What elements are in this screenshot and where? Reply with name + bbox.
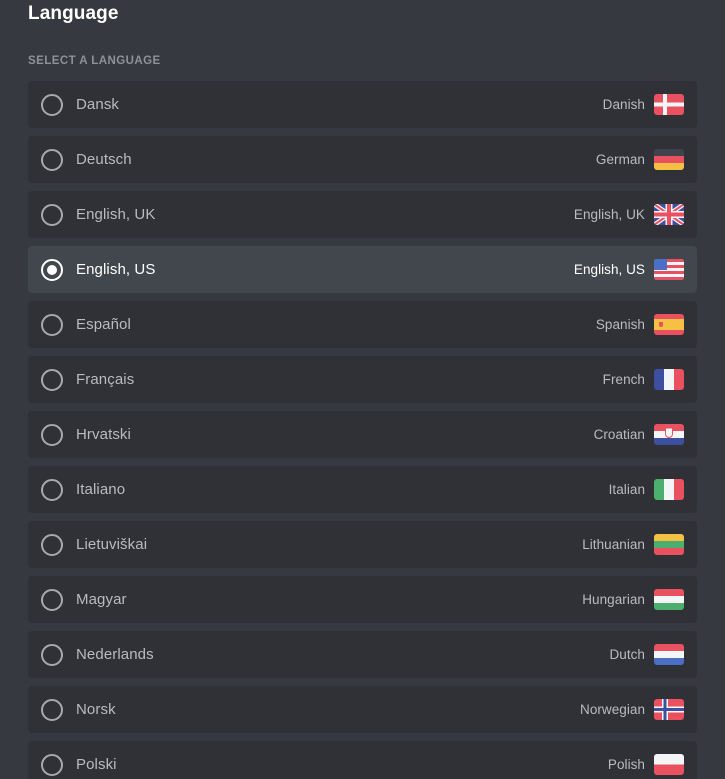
flag-norway-icon — [654, 699, 684, 720]
radio-button[interactable] — [41, 478, 63, 501]
language-native-name: Italiano — [76, 480, 126, 498]
flag-netherlands-icon — [654, 644, 684, 665]
flag-italy-icon — [654, 479, 684, 500]
language-meta: English, UK — [574, 204, 684, 225]
section-label: SELECT A LANGUAGE — [28, 55, 161, 67]
language-english-name: Lithuanian — [582, 536, 645, 552]
language-english-name: Polish — [607, 756, 645, 772]
language-settings-page: Language SELECT A LANGUAGE Dansk Danish De… — [0, 0, 725, 779]
language-native-name: Magyar — [76, 590, 127, 608]
language-meta: German — [596, 149, 684, 170]
radio-button[interactable] — [41, 588, 63, 611]
language-english-name: French — [602, 371, 645, 387]
radio-button[interactable] — [41, 643, 63, 666]
language-meta: Croatian — [594, 424, 684, 445]
flag-spain-icon — [654, 314, 684, 335]
language-meta: Dutch — [609, 644, 684, 665]
radio-button[interactable] — [41, 533, 63, 556]
language-english-name: German — [595, 151, 645, 167]
language-native-name: Dansk — [76, 95, 120, 113]
flag-germany-icon — [654, 149, 684, 170]
language-english-name: Dutch — [609, 646, 645, 662]
radio-button[interactable] — [41, 148, 63, 171]
language-row[interactable]: English, US English, US — [28, 246, 697, 293]
language-list: Dansk Danish Deutsch German English, UK Engli… — [0, 81, 725, 779]
language-english-name: English, US — [573, 261, 645, 277]
language-meta: Danish — [603, 94, 684, 115]
language-row[interactable]: Hrvatski Croatian — [28, 411, 697, 458]
language-row[interactable]: Dansk Danish — [28, 81, 697, 128]
flag-united-states-icon — [654, 259, 684, 280]
language-row[interactable]: Español Spanish — [28, 301, 697, 348]
flag-poland-icon — [654, 754, 684, 775]
language-english-name: Croatian — [593, 426, 645, 442]
language-row[interactable]: Italiano Italian — [28, 466, 697, 513]
radio-button-selected[interactable] — [41, 258, 63, 281]
language-row[interactable]: Nederlands Dutch — [28, 631, 697, 678]
language-english-name: Hungarian — [582, 591, 645, 607]
language-native-name: Polski — [76, 755, 117, 773]
language-row[interactable]: Magyar Hungarian — [28, 576, 697, 623]
radio-button[interactable] — [41, 93, 63, 116]
language-native-name: English, UK — [76, 205, 156, 223]
language-meta: Lithuanian — [582, 534, 684, 555]
language-native-name: Nederlands — [76, 645, 154, 663]
flag-france-icon — [654, 369, 684, 390]
language-native-name: Español — [76, 315, 131, 333]
language-english-name: Italian — [608, 481, 645, 497]
radio-button[interactable] — [41, 698, 63, 721]
language-english-name: Spanish — [595, 316, 645, 332]
flag-croatia-icon — [654, 424, 684, 445]
language-row[interactable]: English, UK English, UK — [28, 191, 697, 238]
language-meta: Hungarian — [582, 589, 684, 610]
language-native-name: Hrvatski — [76, 425, 131, 443]
language-meta: Polish — [608, 754, 684, 775]
language-meta: English, US — [574, 259, 684, 280]
language-native-name: Norsk — [76, 700, 116, 718]
language-row[interactable]: Polski Polish — [28, 741, 697, 779]
language-row[interactable]: Deutsch German — [28, 136, 697, 183]
flag-hungary-icon — [654, 589, 684, 610]
language-meta: Spanish — [596, 314, 684, 335]
radio-button[interactable] — [41, 203, 63, 226]
language-meta: Norwegian — [580, 699, 684, 720]
radio-button[interactable] — [41, 368, 63, 391]
language-row[interactable]: Français French — [28, 356, 697, 403]
language-native-name: English, US — [76, 260, 156, 278]
language-meta: French — [603, 369, 684, 390]
language-english-name: English, UK — [573, 206, 645, 222]
language-row[interactable]: Lietuviškai Lithuanian — [28, 521, 697, 568]
radio-button[interactable] — [41, 423, 63, 446]
language-row[interactable]: Norsk Norwegian — [28, 686, 697, 733]
radio-button[interactable] — [41, 753, 63, 776]
language-meta: Italian — [609, 479, 684, 500]
flag-denmark-icon — [654, 94, 684, 115]
page-title: Language — [28, 3, 119, 24]
language-native-name: Deutsch — [76, 150, 132, 168]
language-native-name: Lietuviškai — [76, 535, 148, 553]
language-native-name: Français — [76, 370, 135, 388]
flag-united-kingdom-icon — [654, 204, 684, 225]
flag-lithuania-icon — [654, 534, 684, 555]
language-english-name: Norwegian — [580, 701, 645, 717]
language-english-name: Danish — [602, 96, 645, 112]
radio-button[interactable] — [41, 313, 63, 336]
